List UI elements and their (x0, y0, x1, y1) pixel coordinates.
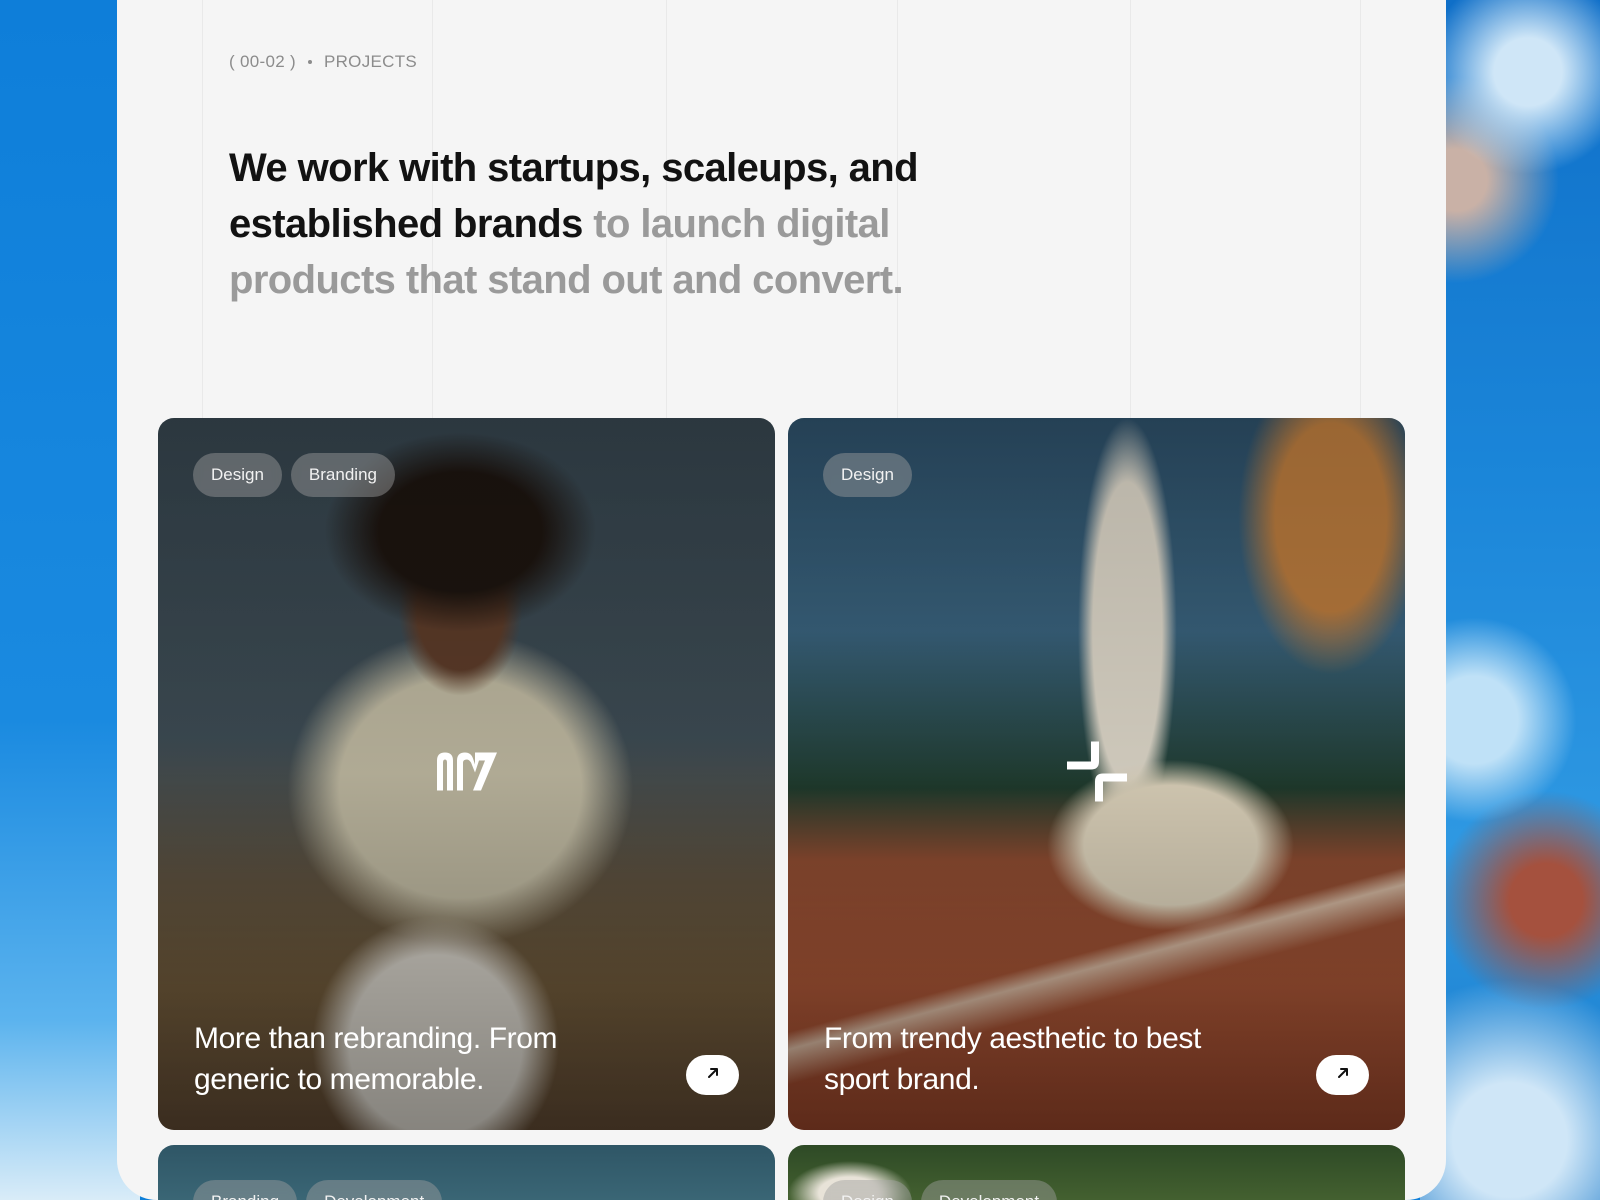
project-title: More than rebranding. From generic to me… (194, 1022, 558, 1096)
project-title: From trendy aesthetic to best sport bran… (824, 1022, 1201, 1096)
project-card[interactable]: Design From trendy aesthetic to best spo… (788, 418, 1405, 1130)
section-eyebrow: ( 00-02 ) PROJECTS (229, 52, 417, 72)
tag[interactable]: Design (193, 453, 282, 497)
cross-spark-logo (1065, 740, 1129, 809)
section-label: PROJECTS (323, 52, 418, 71)
section-headline: We work with startups, scaleups, and est… (229, 140, 949, 308)
project-card[interactable]: Branding Development (158, 1145, 775, 1200)
tag[interactable]: Development (306, 1180, 443, 1200)
arrow-up-right-icon (705, 1065, 721, 1086)
project-card[interactable]: Design Branding More than rebranding. Fr… (158, 418, 775, 1130)
tag[interactable]: Branding (290, 453, 395, 497)
tag[interactable]: Development (920, 1180, 1058, 1200)
open-project-button[interactable] (686, 1055, 739, 1095)
tag-list: Design Development (823, 1180, 1058, 1200)
tag[interactable]: Design (823, 453, 912, 497)
tag-list: Design (823, 453, 912, 497)
grid-line (1130, 0, 1131, 420)
tag[interactable]: Design (823, 1180, 912, 1200)
tag-list: Design Branding (193, 453, 395, 497)
n7-logo (435, 751, 499, 798)
arrow-up-right-icon (1335, 1065, 1351, 1086)
projects-section: ( 00-02 ) PROJECTS We work with startups… (117, 0, 1446, 1200)
grid-line (202, 0, 203, 420)
project-card[interactable]: Design Development (788, 1145, 1405, 1200)
section-index: ( 00-02 ) (229, 52, 296, 71)
open-project-button[interactable] (1316, 1055, 1369, 1095)
grid-line (1360, 0, 1361, 420)
background-right (1420, 0, 1600, 1200)
tag-list: Branding Development (193, 1180, 443, 1200)
separator-dot (307, 60, 312, 64)
tag[interactable]: Branding (193, 1180, 298, 1200)
